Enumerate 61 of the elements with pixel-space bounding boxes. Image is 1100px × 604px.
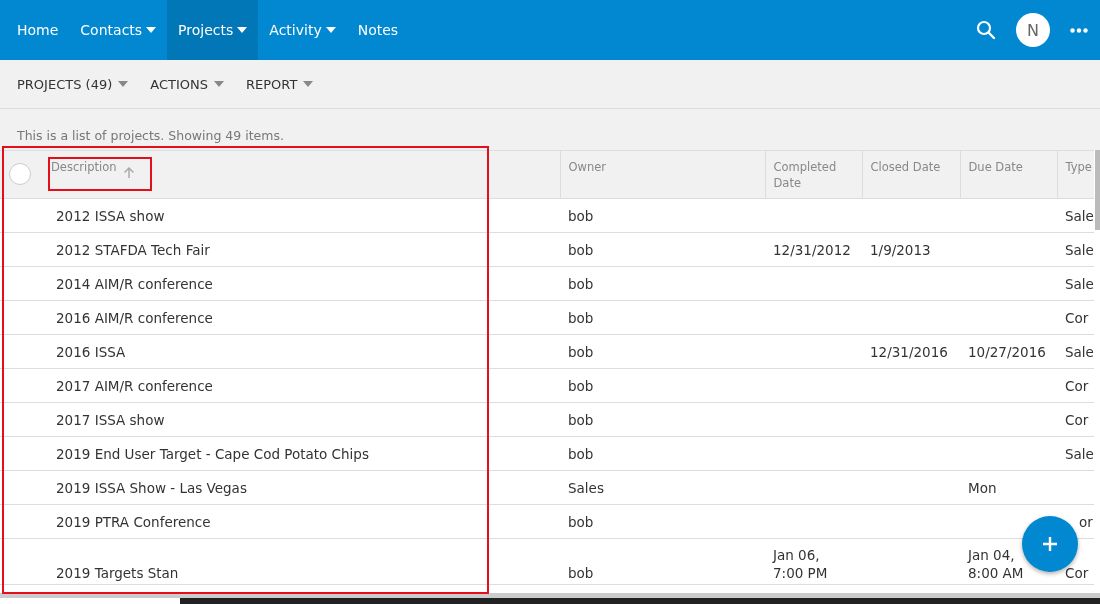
nav-item[interactable]: Activity [258,0,347,60]
table-cell: 2019 PTRA Conference [56,514,211,530]
table-cell: Cor [1065,565,1089,581]
table-cell: 2012 ISSA show [56,208,165,224]
table-cell: 2016 AIM/R conference [56,310,213,326]
nav-item[interactable]: Contacts [69,0,168,60]
table-cell: bob [568,242,594,258]
search-icon[interactable] [976,20,996,40]
caret-icon [118,81,129,87]
table-cell: 2019 Targets Stan [56,565,179,581]
caret-icon [214,81,224,87]
table-cell: 2019 End User Target - Cape Cod Potato Chips [56,446,369,462]
table-cell: 2017 AIM/R conference [56,378,213,394]
column-header[interactable]: Due Date [968,159,1023,175]
vertical-scrollbar[interactable] [1095,150,1100,230]
table-cell: bob [568,310,594,326]
table-cell: Cor [1065,412,1089,428]
table-cell-text: Jan 06, 7:00 PM [773,546,829,582]
toolbar-menu[interactable]: REPORT [246,76,314,92]
nav-item[interactable]: Projects [167,0,259,60]
table-cell: 2016 ISSA [56,344,126,360]
table-cell: Sale [1065,242,1094,258]
table-cell: bob [568,344,594,360]
avatar[interactable]: N [1016,13,1050,47]
table-cell: 12/31/2016 [870,344,948,360]
table-cell-text: Jan 04, 8:00 AM [968,546,1025,582]
table-cell: Cor [1065,378,1089,394]
caret-icon [303,81,314,87]
horizontal-scrollbar[interactable] [0,593,1100,598]
table-cell: 2017 ISSA show [56,412,165,428]
list-caption: This is a list of projects. Showing 49 items. [17,128,284,143]
table-cell: Sale [1065,344,1094,360]
table-cell: 2019 ISSA Show - Las Vegas [56,480,247,496]
toolbar-menu[interactable]: ACTIONS [150,76,224,92]
toolbar-menu[interactable]: PROJECTS (49) [17,76,129,92]
table-cell: bob [568,446,594,462]
column-header[interactable]: Owner [568,159,607,175]
table-cell: Sales [568,480,604,496]
table-cell: bob [568,412,594,428]
plus-icon [1042,536,1058,552]
table-cell: or [1079,514,1093,530]
table-cell: bob [568,565,594,581]
select-all-checkbox[interactable] [9,163,31,185]
table-cell: bob [568,208,594,224]
table-cell: Sale [1065,446,1094,462]
nav-item[interactable]: Home [6,0,70,60]
table-cell: 2012 STAFDA Tech Fair [56,242,210,258]
column-header[interactable]: Description [51,159,117,175]
table-cell: Sale [1065,276,1094,292]
table-cell: 2014 AIM/R conference [56,276,213,292]
nav-item[interactable]: Notes [346,0,410,60]
table-cell: Cor [1065,310,1089,326]
table-cell: 12/31/2012 [773,242,851,258]
table-cell: 1/9/2013 [870,242,931,258]
table-cell: bob [568,276,594,292]
table-cell: bob [568,378,594,394]
table-cell: 10/27/2016 [968,344,1046,360]
more-icon[interactable] [1070,27,1088,33]
table-cell: Mon [968,480,997,496]
table-cell: bob [568,514,594,530]
table-cell: Sale [1065,208,1094,224]
